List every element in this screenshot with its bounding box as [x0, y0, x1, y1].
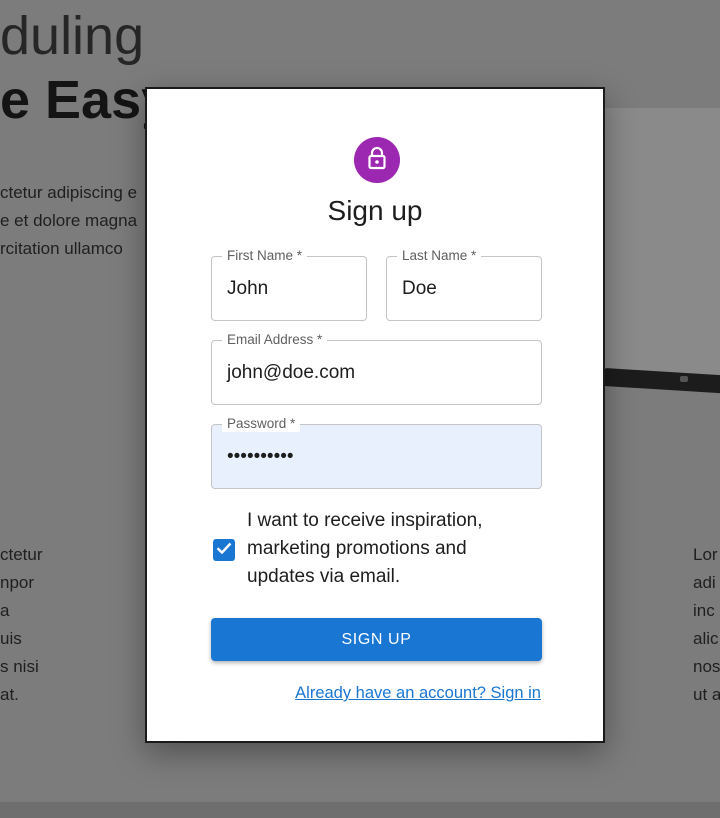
background-laptop-detail	[680, 376, 688, 382]
background-laptop-image	[600, 108, 720, 376]
background-text-line: Lor	[693, 545, 718, 564]
background-footer-band	[0, 802, 720, 818]
email-value[interactable]: john@doe.com	[227, 341, 355, 404]
background-text-line: ctetur	[0, 545, 43, 564]
password-field[interactable]: Password * ••••••••••	[211, 416, 542, 489]
background-text-line: at.	[0, 685, 19, 704]
background-text-line: adi	[693, 573, 716, 592]
lock-icon	[366, 146, 388, 175]
background-text-line: nos	[693, 657, 720, 676]
background-text-line: alic	[693, 629, 719, 648]
dialog-title: Sign up	[327, 195, 423, 226]
sign-in-link[interactable]: Already have an account? Sign in	[295, 684, 541, 703]
first-name-value[interactable]: John	[227, 257, 268, 320]
background-text-line: e et dolore magna	[0, 211, 138, 230]
lock-avatar	[354, 137, 400, 183]
background-text-line: rcitation ullamco	[0, 239, 123, 258]
marketing-opt-in-label[interactable]: I want to receive inspiration, marketing…	[247, 507, 507, 591]
last-name-field[interactable]: Last Name * Doe	[386, 248, 542, 321]
background-paragraph-top: ctetur adipiscing e e et dolore magna rc…	[0, 179, 137, 263]
background-text-line: inc	[693, 601, 715, 620]
background-text-line: uis	[0, 629, 22, 648]
background-paragraph-bottom-right: Lor adi inc alic nos ut a	[693, 541, 720, 709]
checkmark-icon	[216, 541, 232, 560]
marketing-opt-in-checkbox[interactable]	[213, 539, 235, 561]
email-field[interactable]: Email Address * john@doe.com	[211, 332, 542, 405]
background-heading-line-1: duling	[0, 6, 145, 66]
sign-up-button[interactable]: SIGN UP	[211, 618, 542, 661]
background-text-line: a	[0, 601, 10, 620]
last-name-value[interactable]: Doe	[402, 257, 437, 320]
background-text-line: npor	[0, 573, 35, 592]
password-value[interactable]: ••••••••••	[227, 425, 294, 488]
background-text-line: ut a	[693, 685, 720, 704]
background-paragraph-bottom-left: ctetur npor a uis s nisi at.	[0, 541, 43, 709]
background-text-line: s nisi	[0, 657, 39, 676]
first-name-field[interactable]: First Name * John	[211, 248, 367, 321]
signup-dialog: Sign up First Name * John Last Name * Do…	[145, 87, 605, 743]
background-text-line: ctetur adipiscing e	[0, 183, 138, 202]
